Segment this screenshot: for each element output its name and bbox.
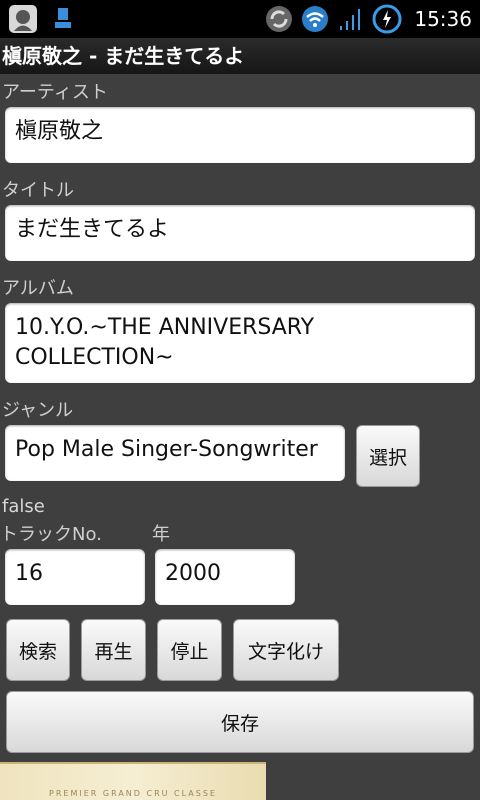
ad-text: PREMIER GRAND CRU CLASSE xyxy=(49,789,217,798)
stop-button[interactable]: 停止 xyxy=(157,619,222,681)
usb-debug-icon xyxy=(48,4,78,34)
charging-battery-icon xyxy=(372,4,402,34)
title-label: タイトル xyxy=(2,180,74,201)
sync-icon xyxy=(264,4,294,34)
genre-field[interactable]: Pop Male Singer-Songwriter xyxy=(5,425,345,481)
wifi-icon xyxy=(300,4,330,34)
status-bar: 15:36 xyxy=(0,0,480,38)
save-button[interactable]: 保存 xyxy=(6,691,474,753)
album-field[interactable]: 10.Y.O.~THE ANNIVERSARY COLLECTION~ xyxy=(5,303,475,383)
artist-field[interactable]: 槇原敬之 xyxy=(5,107,475,163)
ad-banner[interactable]: PREMIER GRAND CRU CLASSE xyxy=(0,762,266,800)
genre-select-label: 選択 xyxy=(368,446,407,469)
signal-icon xyxy=(336,4,366,34)
title-field[interactable]: まだ生きてるよ xyxy=(5,205,475,261)
artist-label: アーティスト xyxy=(2,82,108,103)
search-button[interactable]: 検索 xyxy=(6,619,70,681)
save-button-label: 保存 xyxy=(220,712,259,735)
play-button-label: 再生 xyxy=(94,640,133,663)
app-avatar-icon xyxy=(8,4,38,34)
album-label: アルバム xyxy=(2,278,74,299)
clock: 15:36 xyxy=(414,7,472,31)
play-button[interactable]: 再生 xyxy=(81,619,146,681)
search-button-label: 検索 xyxy=(18,640,57,663)
tag-editor-form: アーティスト 槇原敬之 タイトル まだ生きてるよ アルバム 10.Y.O.~TH… xyxy=(0,74,480,800)
stop-button-label: 停止 xyxy=(170,640,209,663)
year-label: 年 xyxy=(152,524,170,545)
track-label: トラックNo. xyxy=(0,524,102,545)
year-field[interactable]: 2000 xyxy=(155,549,295,605)
genre-select-button[interactable]: 選択 xyxy=(356,425,420,487)
mojibake-button-label: 文字化け xyxy=(247,640,324,663)
page-title: 槇原敬之 - まだ生きてるよ xyxy=(0,38,480,74)
mojibake-button[interactable]: 文字化け xyxy=(233,619,339,681)
genre-label: ジャンル xyxy=(2,400,74,421)
track-number-field[interactable]: 16 xyxy=(5,549,145,605)
status-text: false xyxy=(2,496,45,517)
